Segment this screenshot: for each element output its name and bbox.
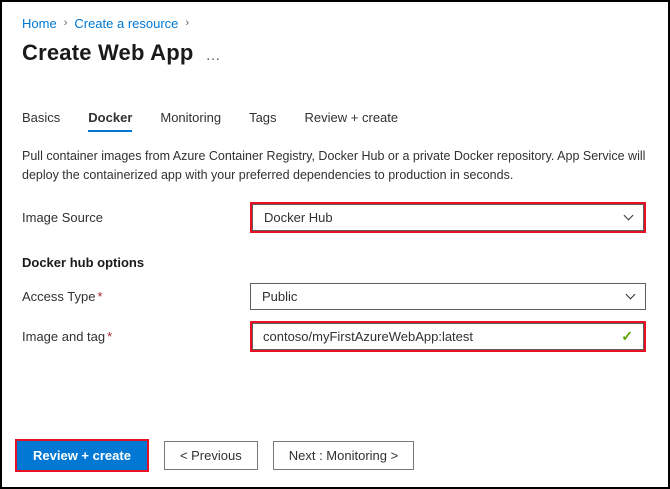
breadcrumb-home-link[interactable]: Home xyxy=(22,16,57,31)
chevron-down-icon xyxy=(623,210,634,220)
access-type-row: Access Type * Public xyxy=(22,282,646,310)
chevron-right-icon: › xyxy=(185,17,190,29)
required-asterisk: * xyxy=(107,328,113,344)
image-source-label: Image Source xyxy=(22,209,103,225)
image-and-tag-input[interactable] xyxy=(263,328,614,344)
access-type-label: Access Type * xyxy=(22,288,103,304)
tab-bar: Basics Docker Monitoring Tags Review + c… xyxy=(22,110,646,132)
image-and-tag-label: Image and tag * xyxy=(22,328,113,344)
access-type-dropdown[interactable]: Public xyxy=(250,282,646,310)
image-source-selected-value: Docker Hub xyxy=(264,209,333,225)
image-source-dropdown[interactable]: Docker Hub xyxy=(252,203,644,231)
image-source-highlight-box: Docker Hub xyxy=(250,201,646,233)
review-create-button[interactable]: Review + create xyxy=(17,441,147,470)
docker-tab-description: Pull container images from Azure Contain… xyxy=(22,149,646,182)
image-and-tag-highlight-box: ✓ xyxy=(250,320,646,352)
image-source-row: Image Source Docker Hub xyxy=(22,201,646,233)
docker-form: Image Source Docker Hub Docker hub optio… xyxy=(22,201,646,352)
review-create-highlight-box: Review + create xyxy=(15,439,149,472)
image-and-tag-field: ✓ xyxy=(252,322,644,350)
breadcrumb-create-resource-link[interactable]: Create a resource xyxy=(74,16,178,31)
chevron-down-icon xyxy=(625,289,636,299)
required-asterisk: * xyxy=(97,288,103,304)
tab-review-create[interactable]: Review + create xyxy=(305,110,399,132)
footer-action-bar: Review + create < Previous Next : Monito… xyxy=(15,439,415,472)
tab-docker[interactable]: Docker xyxy=(88,110,133,132)
docker-hub-options-heading: Docker hub options xyxy=(22,254,145,270)
tab-basics[interactable]: Basics xyxy=(22,110,60,132)
tab-monitoring[interactable]: Monitoring xyxy=(160,110,221,132)
tab-tags[interactable]: Tags xyxy=(249,110,276,132)
chevron-right-icon: › xyxy=(63,17,68,29)
previous-button[interactable]: < Previous xyxy=(163,441,258,470)
image-and-tag-row: Image and tag* ✓ xyxy=(22,320,646,352)
access-type-selected-value: Public xyxy=(262,288,298,304)
create-web-app-window: Home › Create a resource › Create Web Ap… xyxy=(0,0,670,489)
more-commands-icon[interactable]: … xyxy=(206,44,221,63)
page-title: Create Web App xyxy=(22,40,194,65)
breadcrumb: Home › Create a resource › xyxy=(22,16,646,31)
validation-check-icon: ✓ xyxy=(621,327,633,344)
next-monitoring-button[interactable]: Next : Monitoring > xyxy=(272,441,415,470)
